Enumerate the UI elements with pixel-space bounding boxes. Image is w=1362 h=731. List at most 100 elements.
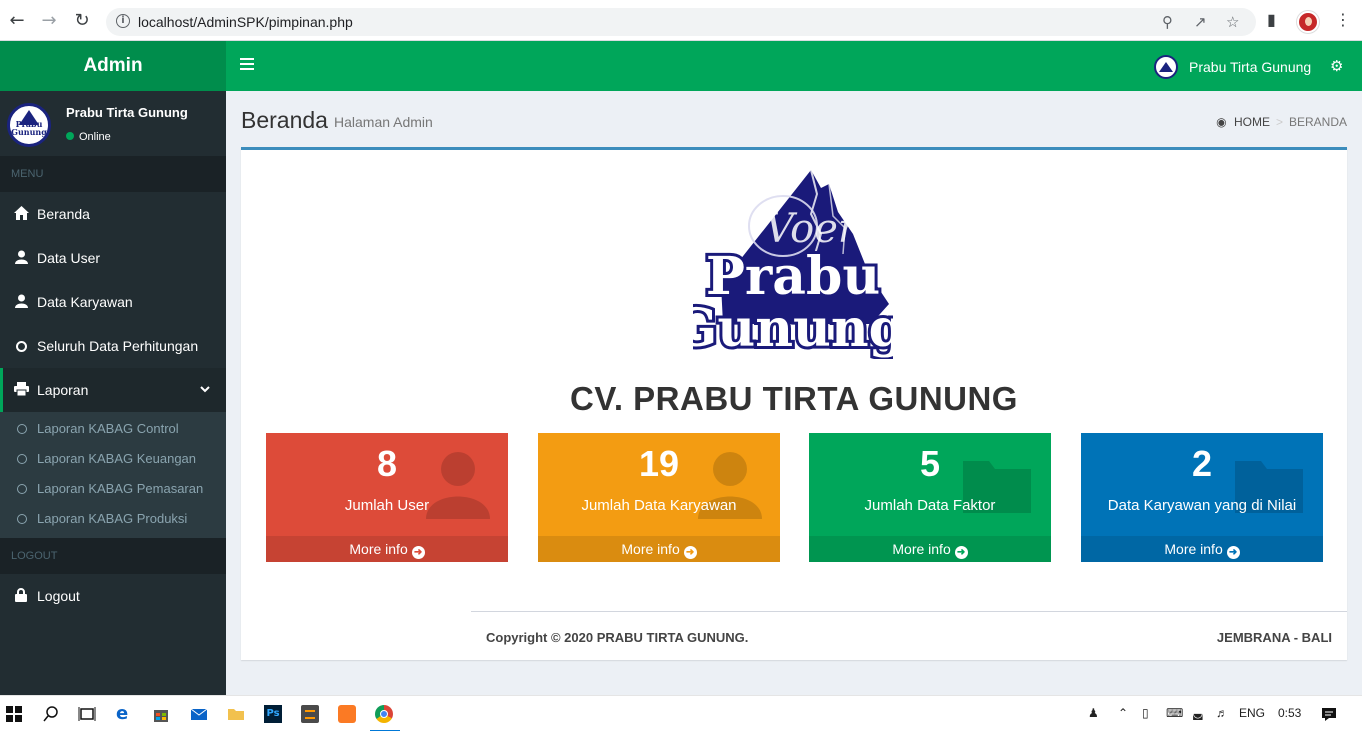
store-icon[interactable]: [152, 705, 170, 723]
mail-icon[interactable]: [190, 705, 208, 723]
sidebar-item-laporan[interactable]: Laporan: [0, 368, 226, 412]
menu-header: MENU: [0, 156, 226, 192]
user-menu[interactable]: Prabu Tirta Gunung: [1154, 55, 1311, 79]
clock[interactable]: 0:53: [1278, 706, 1301, 720]
copyright-text: Copyright © 2020 PRABU TIRTA GUNUNG.: [486, 630, 749, 645]
sidebar-item-seluruh-data[interactable]: Seluruh Data Perhitungan: [0, 324, 226, 368]
language-indicator[interactable]: ENG: [1239, 706, 1265, 720]
xampp-icon[interactable]: [338, 705, 356, 723]
top-navbar: Prabu Tirta Gunung ⚙: [226, 41, 1362, 91]
user-icon: [13, 236, 29, 280]
page-title: Beranda: [241, 107, 328, 133]
arrow-circle-right-icon: ➜: [954, 546, 968, 559]
breadcrumb-home[interactable]: HOME: [1234, 115, 1270, 129]
wifi-icon[interactable]: ◛: [1192, 706, 1204, 720]
user-icon: [13, 280, 29, 324]
stat-box-jumlah-user: 8 Jumlah User More info ➜: [266, 433, 508, 562]
brand-logo[interactable]: Admin: [0, 41, 226, 91]
gears-icon[interactable]: ⚙: [1330, 57, 1343, 75]
sidebar-item-label: Seluruh Data Perhitungan: [37, 338, 199, 354]
user-menu-name: Prabu Tirta Gunung: [1189, 59, 1312, 75]
online-status: Online: [66, 131, 111, 143]
bookmark-star-icon[interactable]: ☆: [1226, 13, 1239, 31]
more-info-link[interactable]: More info ➜: [1081, 536, 1323, 562]
user-panel: Prabu Gunung Prabu Tirta Gunung Online: [0, 91, 226, 156]
sublime-icon[interactable]: [301, 705, 319, 723]
breadcrumb: ◉ HOME > BERANDA: [1216, 115, 1347, 129]
page-subtitle: Halaman Admin: [334, 114, 433, 130]
dashboard-box: Voer Prabu Gunung CV. PRABU TIRTA GUNUNG…: [241, 147, 1347, 660]
more-info-link[interactable]: More info ➜: [809, 536, 1051, 562]
side-panel-icon[interactable]: ▮: [1267, 10, 1276, 29]
sidebar-item-label: Data Karyawan: [37, 294, 133, 310]
sidebar-item-data-user[interactable]: Data User: [0, 236, 226, 280]
sidebar-item-label: Logout: [37, 588, 80, 604]
circle-icon: [17, 454, 27, 464]
edge-icon[interactable]: e: [116, 705, 134, 723]
stat-label: Data Karyawan yang di Nilai: [1107, 497, 1297, 514]
more-info-link[interactable]: More info ➜: [538, 536, 780, 562]
profile-avatar[interactable]: [1297, 11, 1319, 33]
dashboard-icon: ◉: [1216, 115, 1227, 129]
home-icon: [13, 192, 29, 236]
folder-icon[interactable]: [227, 705, 245, 723]
sidebar-item-logout[interactable]: Logout: [0, 574, 226, 618]
stat-box-jumlah-data-karyawan: 19 Jumlah Data Karyawan More info ➜: [538, 433, 780, 562]
circle-icon: [17, 484, 27, 494]
key-icon[interactable]: ⚲: [1162, 13, 1173, 31]
reload-icon[interactable]: ↻: [71, 10, 93, 32]
sidebar-item-label: Beranda: [37, 206, 90, 222]
logout-header: LOGOUT: [0, 538, 226, 574]
sidebar-item-beranda[interactable]: Beranda: [0, 192, 226, 236]
circle-icon: [17, 514, 27, 524]
circle-icon: [13, 324, 29, 368]
volume-icon[interactable]: ♬: [1216, 706, 1228, 720]
sidebar-item-data-karyawan[interactable]: Data Karyawan: [0, 280, 226, 324]
more-info-link[interactable]: More info ➜: [266, 536, 508, 562]
chevron-down-icon[interactable]: [200, 368, 210, 412]
search-icon[interactable]: [42, 705, 60, 723]
print-icon: [13, 368, 29, 412]
photoshop-icon[interactable]: Ps: [264, 705, 282, 723]
lock-icon: [13, 574, 29, 618]
site-info-icon[interactable]: i: [116, 14, 130, 28]
people-icon[interactable]: ♟: [1088, 706, 1099, 720]
arrow-circle-right-icon: ➜: [411, 546, 425, 559]
company-logo: Voer Prabu Gunung: [693, 169, 893, 359]
online-dot-icon: [66, 132, 74, 140]
sidebar-item-label: Data User: [37, 250, 101, 266]
laporan-submenu: Laporan KABAG Control Laporan KABAG Keua…: [0, 412, 226, 538]
ime-icon[interactable]: ⌨: [1166, 706, 1183, 720]
company-name: CV. PRABU TIRTA GUNUNG: [570, 380, 1018, 417]
stat-label: Jumlah Data Karyawan: [581, 497, 737, 514]
submenu-item-kabag-pemasaran[interactable]: Laporan KABAG Pemasaran: [0, 474, 226, 504]
share-icon[interactable]: ↗: [1194, 13, 1207, 31]
chrome-icon[interactable]: [375, 705, 393, 723]
windows-start-icon[interactable]: [5, 705, 23, 723]
task-view-icon[interactable]: [78, 705, 96, 723]
sidebar-user-name: Prabu Tirta Gunung: [66, 105, 188, 120]
breadcrumb-current: BERANDA: [1288, 115, 1347, 129]
address-bar[interactable]: i localhost/AdminSPK/pimpinan.php ⚲ ↗ ☆: [106, 8, 1256, 36]
windows-taskbar: e Ps ♟ ⌃ ▯ ⌨ ◛ ♬ ENG 0:53: [0, 695, 1362, 731]
hamburger-menu-icon[interactable]: [240, 58, 254, 72]
stat-box-data-karyawan-dinilai: 2 Data Karyawan yang di Nilai More info …: [1081, 433, 1323, 562]
chevron-up-icon[interactable]: ⌃: [1118, 706, 1128, 720]
sidebar: Prabu Gunung Prabu Tirta Gunung Online ME…: [0, 91, 226, 695]
main-content: Beranda Halaman Admin ◉ HOME > BERANDA Voe…: [226, 91, 1362, 695]
circle-icon: [17, 424, 27, 434]
arrow-circle-right-icon: ➜: [683, 546, 697, 559]
submenu-item-kabag-produksi[interactable]: Laporan KABAG Produksi: [0, 504, 226, 534]
submenu-item-kabag-control[interactable]: Laporan KABAG Control: [0, 414, 226, 444]
battery-icon[interactable]: ▯: [1142, 706, 1149, 720]
footer-divider: [471, 611, 1347, 612]
more-menu-icon[interactable]: ⋮: [1335, 10, 1351, 29]
sidebar-item-label: Laporan: [37, 382, 89, 398]
stat-label: Jumlah Data Faktor: [864, 497, 996, 514]
notification-icon[interactable]: [1320, 705, 1338, 723]
submenu-item-kabag-keuangan[interactable]: Laporan KABAG Keuangan: [0, 444, 226, 474]
stat-box-jumlah-data-faktor: 5 Jumlah Data Faktor More info ➜: [809, 433, 1051, 562]
url-text[interactable]: localhost/AdminSPK/pimpinan.php: [138, 14, 353, 30]
forward-icon[interactable]: →: [38, 10, 60, 32]
back-icon[interactable]: ←: [6, 10, 28, 32]
